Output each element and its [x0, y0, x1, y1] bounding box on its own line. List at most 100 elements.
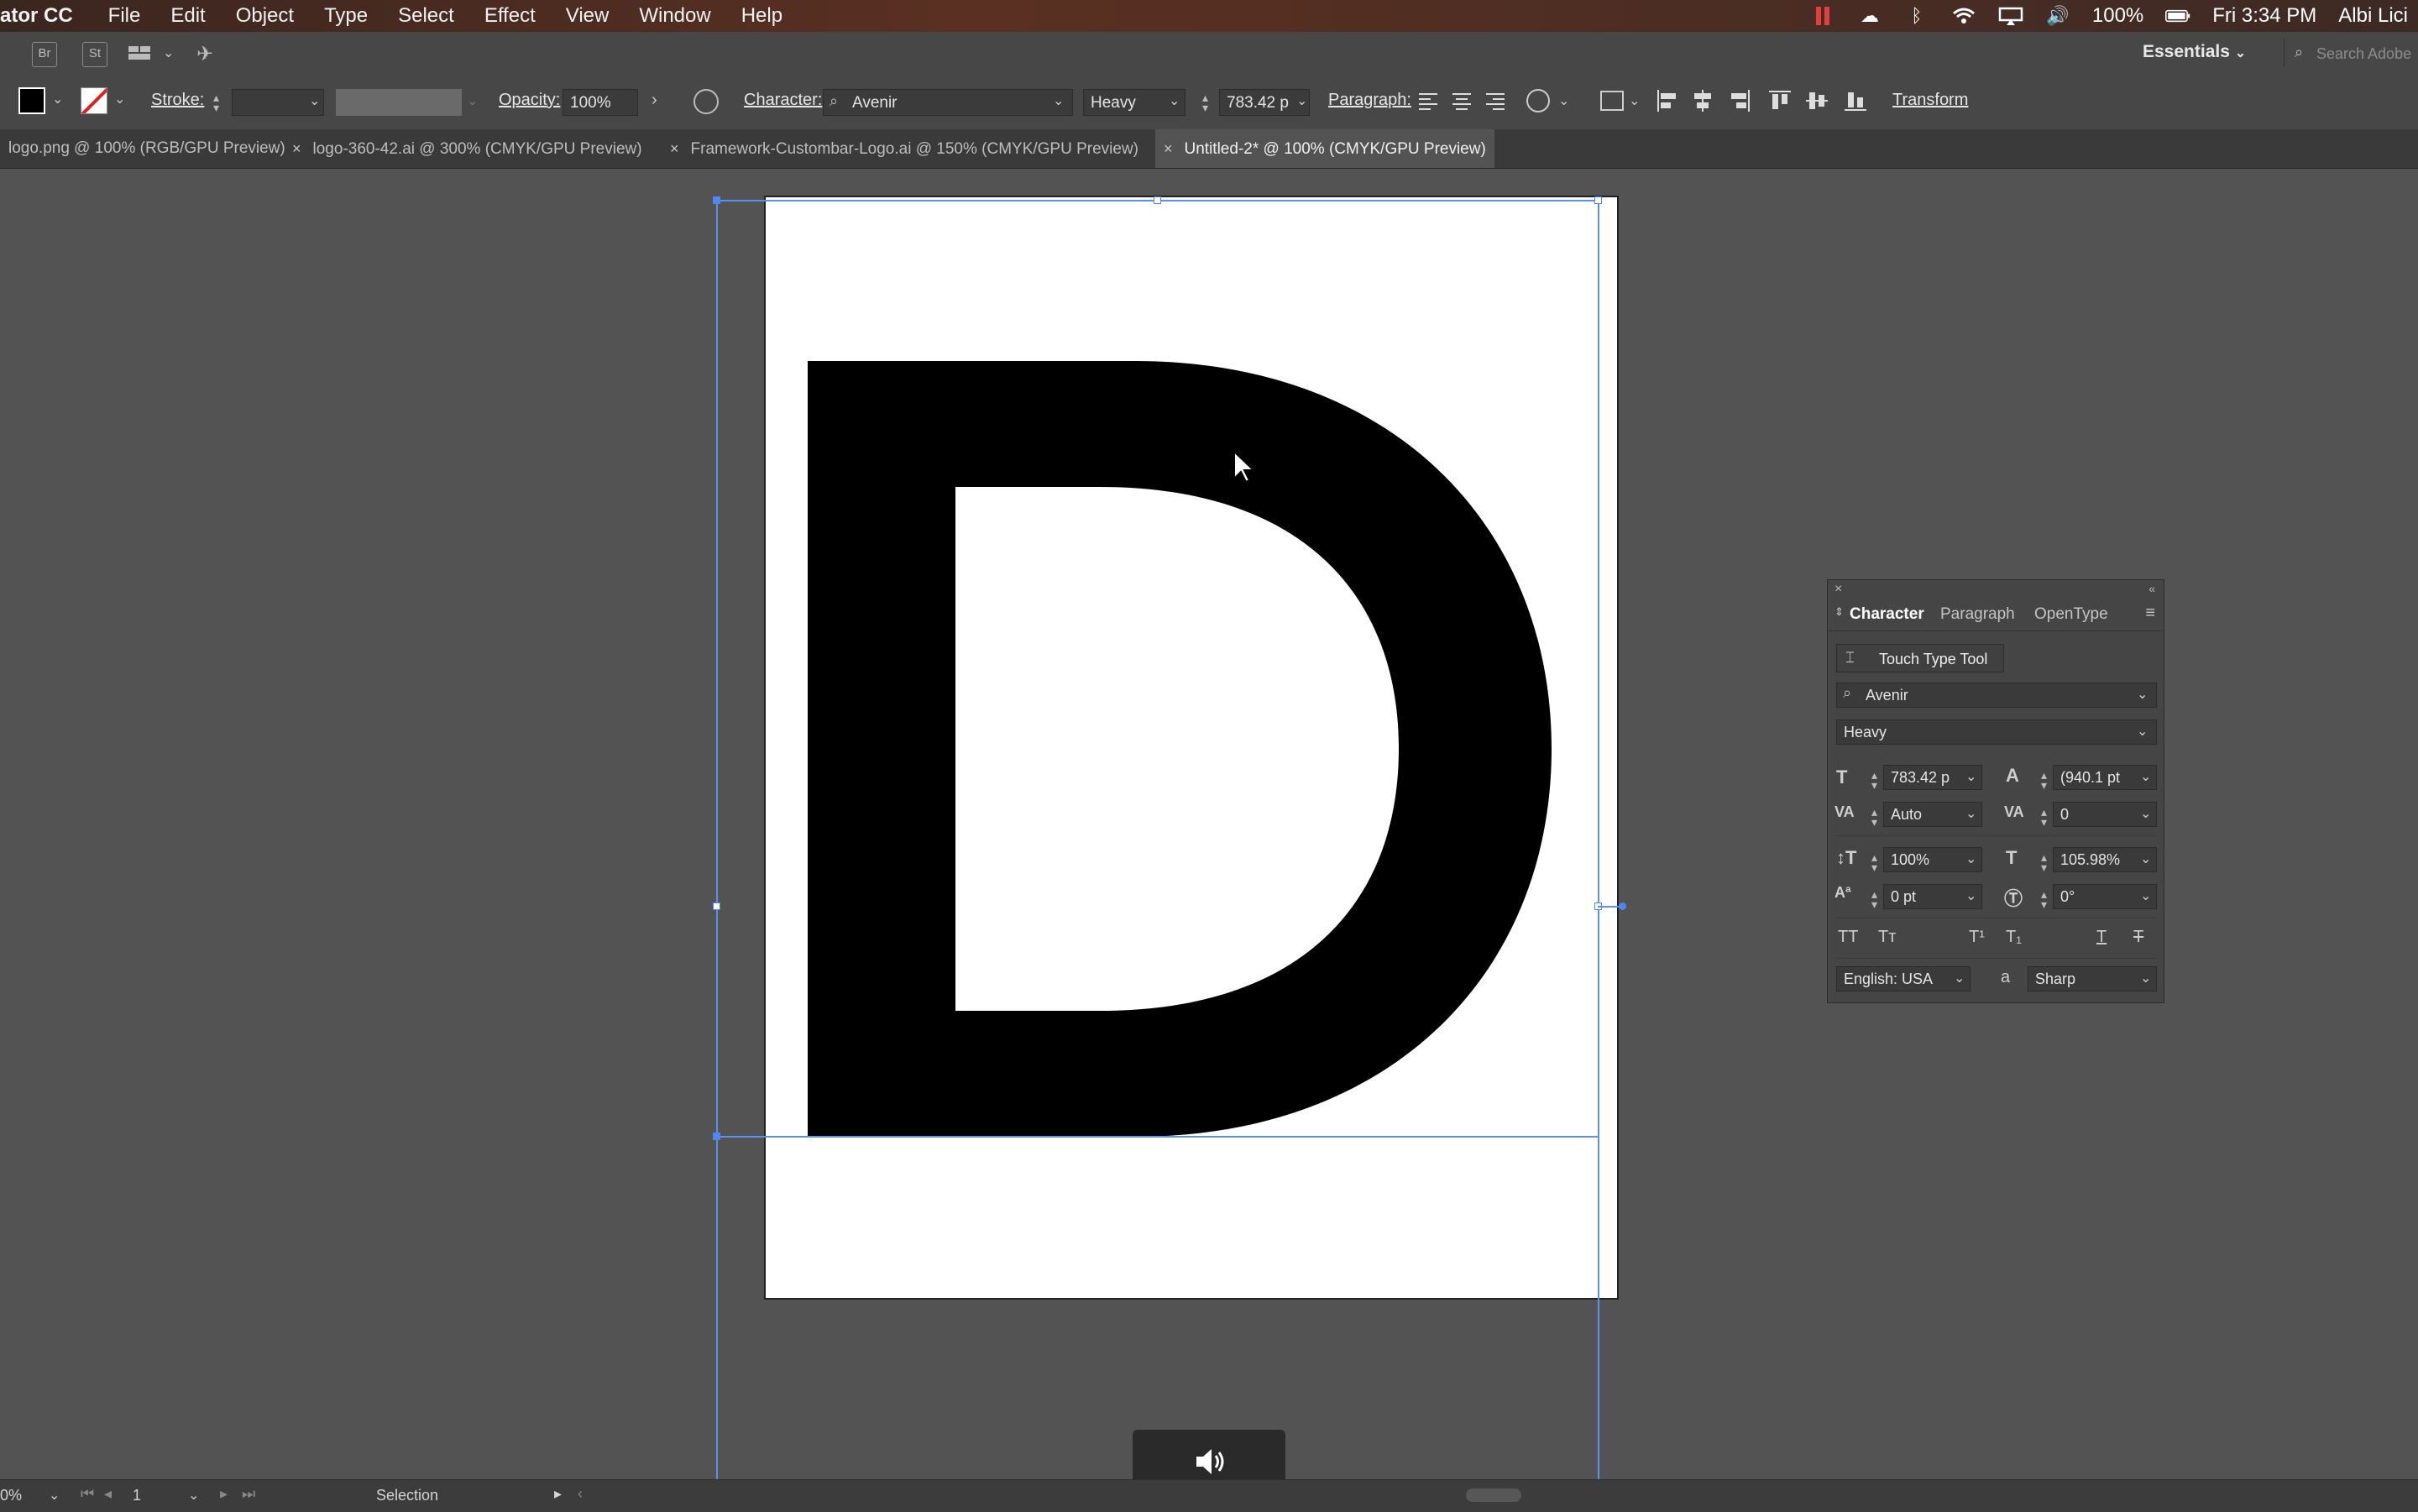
align-vertical-center-icon[interactable] [1805, 89, 1829, 112]
resize-handle-top-left[interactable] [713, 196, 720, 204]
volume-icon[interactable]: 🔊 [2045, 5, 2070, 26]
close-icon[interactable]: × [1834, 582, 1842, 597]
user-name[interactable]: Albi Lici [2338, 4, 2408, 28]
shape-options-dropdown-icon[interactable]: ⌄ [1629, 92, 1640, 109]
cloud-icon[interactable]: ☁ [1857, 5, 1882, 26]
align-bottom-edges-icon[interactable] [1844, 89, 1867, 112]
variable-width-profile[interactable] [336, 89, 462, 116]
horizontal-scrollbar-thumb[interactable] [1466, 1488, 1521, 1502]
tab-character[interactable]: Character [1850, 605, 1924, 624]
shape-options-icon[interactable] [1600, 91, 1624, 111]
workspace-switcher[interactable]: Essentials ⌄ [2143, 42, 2246, 62]
zoom-dropdown-icon[interactable]: ⌄ [49, 1487, 60, 1504]
tab-framework-custombar-logo[interactable]: × Framework-Custombar-Logo.ai @ 150% (CMY… [662, 129, 1147, 168]
align-center-icon[interactable] [1451, 91, 1473, 111]
font-size-dropdown-icon[interactable]: ⌄ [1965, 768, 1976, 785]
baseline-shift-dropdown-icon[interactable]: ⌄ [1965, 887, 1976, 904]
next-artboard-icon[interactable]: ▸ [220, 1485, 228, 1503]
antialias-select[interactable]: Sharp [2028, 966, 2157, 991]
menu-file[interactable]: File [108, 4, 141, 28]
menu-edit[interactable]: Edit [170, 4, 205, 28]
paragraph-label[interactable]: Paragraph: [1328, 91, 1411, 110]
tab-opentype[interactable]: OpenType [2034, 605, 2108, 624]
battery-icon[interactable] [2165, 6, 2190, 26]
horizontal-scale-dropdown-icon[interactable]: ⌄ [2140, 850, 2151, 867]
tab-untitled-2[interactable]: × Untitled-2* @ 100% (CMYK/GPU Preview) [1155, 129, 1494, 168]
globe-icon[interactable] [1526, 89, 1550, 112]
font-family-field[interactable]: Avenir [823, 89, 1073, 116]
wifi-icon[interactable] [1951, 6, 1976, 26]
font-size-dropdown-icon[interactable]: ⌄ [1296, 92, 1307, 109]
stroke-weight-dropdown-icon[interactable]: ⌄ [309, 92, 320, 109]
align-left-edges-icon[interactable] [1656, 89, 1679, 112]
bridge-button[interactable]: Br [32, 42, 57, 67]
resize-handle-top-center[interactable] [1154, 196, 1161, 204]
align-right-icon[interactable] [1484, 91, 1506, 111]
font-size-stepper[interactable]: ▴ ▾ [1871, 769, 1877, 791]
resize-handle-top-right[interactable] [1594, 196, 1602, 204]
menu-type[interactable]: Type [324, 4, 368, 28]
globe-dropdown-icon[interactable]: ⌄ [1558, 92, 1569, 109]
close-icon[interactable]: × [1164, 140, 1173, 157]
superscript-icon[interactable]: T¹ [1969, 928, 1985, 947]
arrange-dropdown-icon[interactable]: ⌄ [163, 44, 174, 61]
tab-paragraph[interactable]: Paragraph [1940, 605, 2015, 624]
baseline-shift-stepper[interactable]: ▴ ▾ [1871, 888, 1877, 910]
menu-effect[interactable]: Effect [484, 4, 536, 28]
close-icon[interactable]: × [670, 140, 679, 157]
menu-select[interactable]: Select [398, 4, 454, 28]
font-style-dropdown-icon[interactable]: ⌄ [1169, 92, 1180, 109]
underline-icon[interactable]: T [2096, 928, 2107, 947]
artboard-number-field[interactable]: 1 [133, 1487, 141, 1504]
status-menu-icon[interactable]: ▸ [554, 1485, 562, 1503]
tracking-dropdown-icon[interactable]: ⌄ [2140, 805, 2151, 822]
clock[interactable]: Fri 3:34 PM [2212, 4, 2316, 28]
rotate-handle[interactable] [1619, 902, 1626, 910]
kerning-stepper[interactable]: ▴ ▾ [1871, 806, 1877, 828]
profile-dropdown-icon[interactable]: ⌄ [467, 92, 478, 109]
font-size-stepper[interactable]: ▴ ▾ [1202, 92, 1208, 113]
bluetooth-icon[interactable]: ᛒ [1904, 5, 1929, 26]
menu-help[interactable]: Help [741, 4, 782, 28]
align-top-edges-icon[interactable] [1768, 89, 1792, 112]
character-label[interactable]: Character: [744, 91, 822, 110]
rotation-stepper[interactable]: ▴ ▾ [2041, 888, 2047, 910]
language-dropdown-icon[interactable]: ⌄ [1954, 970, 1965, 986]
align-left-icon[interactable] [1417, 91, 1439, 111]
airplay-icon[interactable] [1998, 6, 2023, 26]
last-artboard-icon[interactable]: ⏭ [242, 1485, 255, 1503]
recolor-artwork-icon[interactable] [693, 89, 719, 114]
tab-logo-png[interactable]: logo.png @ 100% (RGB/GPU Preview) [0, 129, 294, 168]
vertical-scale-stepper[interactable]: ▴ ▾ [1871, 851, 1877, 873]
app-name-menu[interactable]: ator CC [0, 4, 73, 28]
letter-d-artwork[interactable]: D [806, 359, 1553, 1138]
tab-logo-360-42[interactable]: × logo-360-42.ai @ 300% (CMYK/GPU Preview… [284, 129, 651, 168]
transform-link[interactable]: Transform [1892, 91, 1968, 110]
stroke-stepper[interactable]: ▴ ▾ [213, 92, 219, 113]
close-icon[interactable]: × [292, 140, 301, 157]
resize-handle-bottom-left[interactable] [713, 1133, 720, 1140]
horizontal-scale-stepper[interactable]: ▴ ▾ [2041, 851, 2047, 873]
collapse-panel-icon[interactable]: « [2148, 582, 2155, 595]
leading-dropdown-icon[interactable]: ⌄ [2140, 768, 2151, 785]
resize-handle-middle-left[interactable] [713, 902, 720, 910]
chevron-right-icon[interactable]: › [652, 91, 657, 110]
font-style-dropdown-icon[interactable]: ⌄ [2137, 723, 2148, 740]
leading-stepper[interactable]: ▴ ▾ [2041, 769, 2047, 791]
recording-icon[interactable] [1810, 6, 1835, 26]
touch-type-tool-button[interactable]: ⌶ Touch Type Tool [1836, 644, 2004, 672]
align-horizontal-center-icon[interactable] [1691, 89, 1714, 112]
menu-view[interactable]: View [566, 4, 610, 28]
first-artboard-icon[interactable]: ⏮ [81, 1485, 94, 1503]
menu-window[interactable]: Window [639, 4, 710, 28]
fill-swatch[interactable] [18, 87, 45, 114]
artboard-dropdown-icon[interactable]: ⌄ [188, 1487, 199, 1504]
tracking-stepper[interactable]: ▴ ▾ [2041, 806, 2047, 828]
font-family-dropdown-icon[interactable]: ⌄ [2137, 686, 2148, 703]
scroll-left-icon[interactable]: ‹ [578, 1485, 583, 1503]
search-field[interactable]: ⌕ Search Adobe [2284, 39, 2418, 67]
zoom-level-field[interactable]: 0% [0, 1487, 22, 1504]
stock-button[interactable]: St [82, 42, 107, 67]
panel-menu-icon[interactable]: ≡ [2145, 604, 2155, 623]
align-right-edges-icon[interactable] [1728, 89, 1751, 112]
